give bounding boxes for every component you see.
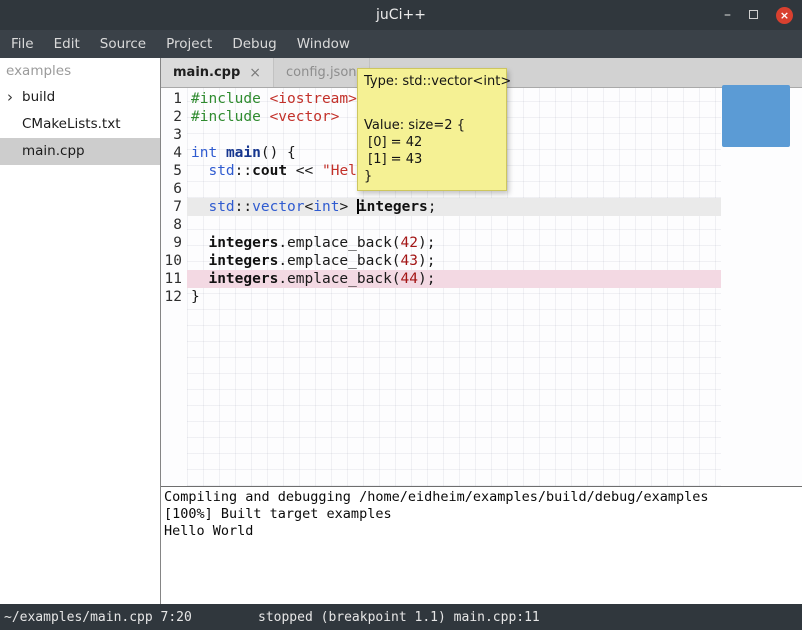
restore-icon: [749, 10, 758, 19]
menu-project[interactable]: Project: [156, 30, 222, 58]
code-text: integers.emplace_back(44);: [187, 270, 721, 288]
code-line-12[interactable]: 12}: [161, 288, 802, 306]
tooltip-type-line: Type: std::vector<int>: [364, 73, 500, 90]
tab-config-json[interactable]: config.json: [274, 58, 370, 87]
window-controls: – ×: [724, 0, 793, 30]
minimize-button[interactable]: –: [724, 8, 731, 22]
code-text: integers.emplace_back(42);: [187, 234, 721, 252]
line-number[interactable]: 6: [161, 180, 187, 198]
line-number[interactable]: 4: [161, 144, 187, 162]
output-line: [100%] Built target examples: [164, 506, 802, 523]
project-folder-label: examples: [0, 58, 160, 84]
code-line-7[interactable]: 7 std::vector<int> integers;: [161, 198, 802, 216]
file-browser: examples › build CMakeLists.txt main.cpp: [0, 58, 161, 604]
menubar: FileEditSourceProjectDebugWindow: [0, 30, 802, 58]
statusbar: ~/examples/main.cpp 7:20 stopped (breakp…: [0, 604, 802, 630]
sidebar-item-cmakelists-txt[interactable]: CMakeLists.txt: [0, 111, 160, 138]
code-text: }: [187, 288, 721, 306]
menu-debug[interactable]: Debug: [222, 30, 286, 58]
code-line-8[interactable]: 8: [161, 216, 802, 234]
menu-source[interactable]: Source: [90, 30, 156, 58]
tooltip-value-line: Value: size=2 {: [364, 117, 500, 134]
tooltip-value-block: Value: size=2 { [0] = 42 [1] = 43}: [364, 117, 500, 185]
line-number[interactable]: 3: [161, 126, 187, 144]
close-button[interactable]: ×: [776, 7, 793, 24]
file-label: main.cpp: [22, 143, 85, 159]
sidebar-item-build[interactable]: › build: [0, 84, 160, 111]
sidebar-item-main-cpp[interactable]: main.cpp: [0, 138, 160, 165]
debug-value-tooltip: Type: std::vector<int> Value: size=2 { […: [357, 68, 507, 191]
debug-status: stopped (breakpoint 1.1) main.cpp:11: [258, 610, 540, 625]
tooltip-value-line: [0] = 42: [364, 134, 500, 151]
line-number[interactable]: 12: [161, 288, 187, 306]
output-line: Compiling and debugging /home/eidheim/ex…: [164, 489, 802, 506]
code-text: [187, 216, 721, 234]
code-line-9[interactable]: 9 integers.emplace_back(42);: [161, 234, 802, 252]
code-text: integers.emplace_back(43);: [187, 252, 721, 270]
line-number[interactable]: 8: [161, 216, 187, 234]
menu-edit[interactable]: Edit: [44, 30, 90, 58]
line-number[interactable]: 11: [161, 270, 187, 288]
tooltip-value-line: }: [364, 168, 500, 185]
menu-window[interactable]: Window: [287, 30, 360, 58]
code-text: std::vector<int> integers;: [187, 198, 721, 216]
file-list: › build CMakeLists.txt main.cpp: [0, 84, 160, 165]
file-label: build: [22, 89, 55, 105]
code-line-10[interactable]: 10 integers.emplace_back(43);: [161, 252, 802, 270]
line-number[interactable]: 9: [161, 234, 187, 252]
window-title: juCi++: [0, 0, 802, 30]
tab-close-icon[interactable]: ×: [249, 65, 261, 81]
line-number[interactable]: 1: [161, 90, 187, 108]
titlebar[interactable]: juCi++ – ×: [0, 0, 802, 30]
line-number[interactable]: 2: [161, 108, 187, 126]
tab-label: main.cpp: [173, 65, 240, 80]
line-number[interactable]: 7: [161, 198, 187, 216]
tooltip-value-line: [1] = 43: [364, 151, 500, 168]
line-number[interactable]: 5: [161, 162, 187, 180]
code-line-11[interactable]: 11 integers.emplace_back(44);: [161, 270, 802, 288]
tab-main-cpp[interactable]: main.cpp ×: [161, 58, 274, 87]
line-number[interactable]: 10: [161, 252, 187, 270]
app-window: juCi++ – × FileEditSourceProjectDebugWin…: [0, 0, 802, 630]
output-line: Hello World: [164, 523, 802, 540]
scroll-overview-thumb[interactable]: [722, 85, 790, 147]
tab-label: config.json: [286, 65, 357, 80]
menu-file[interactable]: File: [1, 30, 44, 58]
cursor-location: ~/examples/main.cpp 7:20: [4, 610, 192, 625]
file-label: CMakeLists.txt: [22, 116, 121, 132]
expand-arrow-icon[interactable]: ›: [7, 84, 13, 111]
output-terminal[interactable]: Compiling and debugging /home/eidheim/ex…: [161, 486, 802, 604]
restore-button[interactable]: [749, 8, 758, 22]
